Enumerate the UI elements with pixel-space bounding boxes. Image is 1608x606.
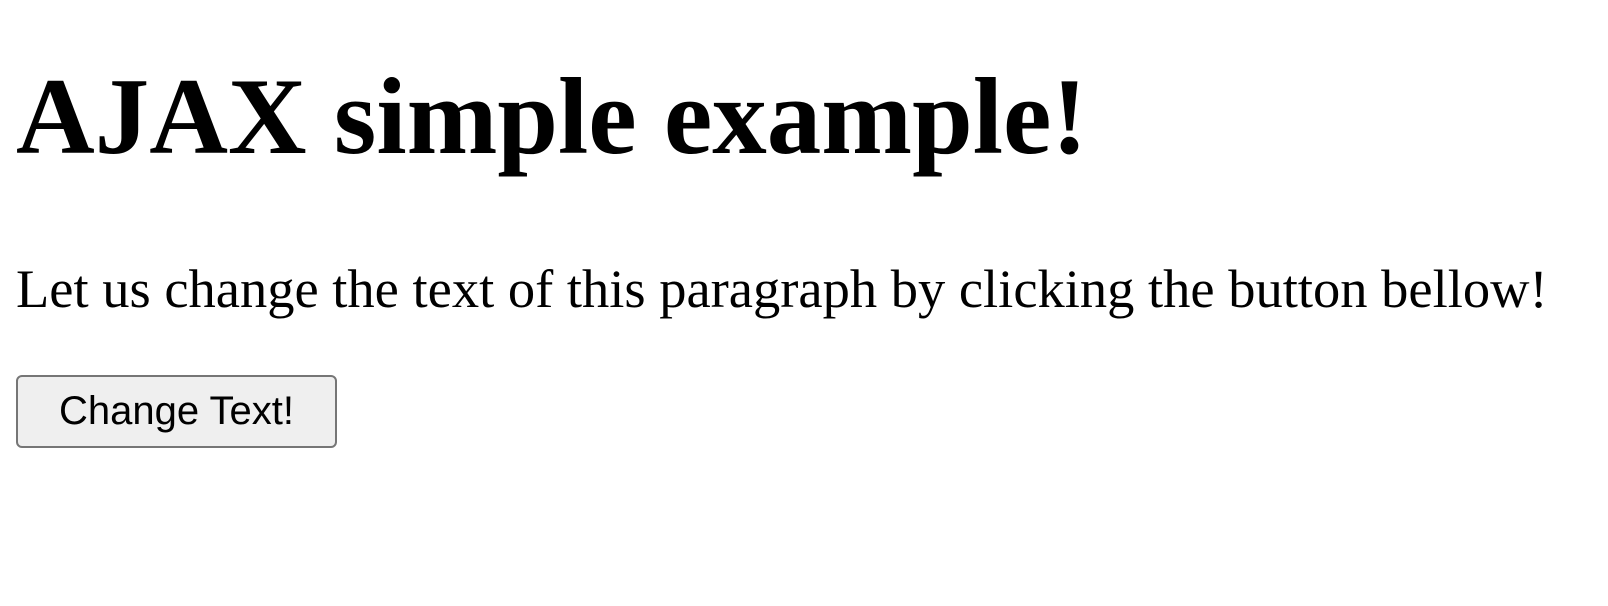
demo-paragraph: Let us change the text of this paragraph… xyxy=(16,258,1548,319)
page-body: AJAX simple example! Let us change the t… xyxy=(0,0,1608,606)
page-title: AJAX simple example! xyxy=(16,56,1088,177)
change-text-button[interactable]: Change Text! xyxy=(16,375,337,448)
